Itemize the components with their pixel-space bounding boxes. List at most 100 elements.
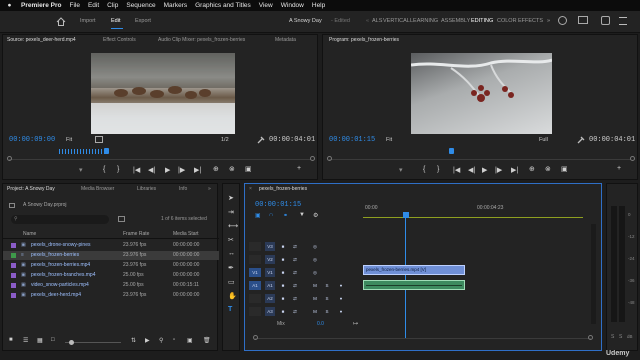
project-item-row[interactable]: ▣ pexels_frozen-branches.mp4 25.00 fps 00:0…	[3, 271, 219, 280]
track-target[interactable]: V3	[265, 242, 275, 251]
voice-over-record-icon[interactable]: ●	[337, 281, 345, 290]
type-tool-icon[interactable]: T	[228, 306, 232, 313]
new-bin-from-search-icon[interactable]	[118, 216, 125, 222]
source-marker-icon[interactable]: ▾	[79, 166, 83, 174]
program-zoom-bar[interactable]	[329, 159, 631, 160]
help-icon[interactable]	[558, 16, 567, 25]
project-panel-overflow-icon[interactable]: »	[208, 186, 211, 192]
workspace-assembly[interactable]: ASSEMBLY	[441, 18, 470, 24]
program-export-frame-icon[interactable]: ▣	[561, 165, 568, 173]
track-sync-icon[interactable]: ⇄	[291, 268, 299, 277]
list-view-icon[interactable]: ☰	[23, 337, 28, 344]
track-target[interactable]: V2	[265, 255, 275, 264]
work-area-bar[interactable]	[363, 217, 583, 218]
timeline-zoom-bar[interactable]	[255, 338, 591, 339]
toggle-output-icon[interactable]: ◎	[311, 255, 319, 264]
tab-project[interactable]: Project: A Snowy Day	[7, 186, 55, 192]
program-step-forward-icon[interactable]: |▶	[495, 166, 502, 174]
source-fit-dropdown[interactable]: Fit	[66, 137, 72, 143]
label-color-swatch[interactable]	[11, 283, 16, 288]
program-timecode[interactable]: 00:00:01:15	[329, 136, 375, 144]
source-go-to-out-icon[interactable]: ▶|	[194, 166, 201, 174]
hand-tool-icon[interactable]: ✋	[228, 292, 237, 300]
track-header-a1[interactable]: A1 A1 ■ ⇄ M S ●	[249, 280, 359, 291]
workspace-vertical[interactable]: VERTICAL	[383, 18, 410, 24]
more-workspaces-icon[interactable]: »	[547, 18, 550, 24]
track-lock-icon[interactable]: ■	[279, 307, 287, 316]
workspace-als[interactable]: ALS	[372, 18, 382, 24]
tab-metadata[interactable]: Metadata	[275, 37, 296, 43]
track-sync-icon[interactable]: ⇄	[291, 255, 299, 264]
source-timecode[interactable]: 00:00:09:00	[9, 136, 55, 144]
project-item-row[interactable]: ▣ pexels_frozen-berries.mp4 23.976 fps 00:0…	[3, 261, 219, 270]
export-tab[interactable]: Export	[135, 18, 151, 24]
program-go-to-in-icon[interactable]: |◀	[453, 166, 460, 174]
track-header-a2[interactable]: A2 ■ ⇄ M S ●	[249, 293, 359, 304]
source-zoom-start-handle[interactable]	[7, 156, 12, 161]
selection-tool-icon[interactable]: ➤	[228, 194, 234, 202]
track-target[interactable]: A2	[265, 294, 275, 303]
apple-logo-icon[interactable]: ●	[6, 2, 13, 10]
linked-selection-icon[interactable]: ⚭	[283, 212, 288, 219]
source-add-button[interactable]: +	[297, 165, 301, 172]
timeline-playhead[interactable]	[403, 212, 409, 218]
toggle-output-icon[interactable]: ◎	[311, 242, 319, 251]
tab-sequence[interactable]: pexels_frozen-berries	[259, 186, 307, 192]
timeline-zoom-start-handle[interactable]	[253, 335, 258, 340]
timeline-timecode[interactable]: 00:00:01:15	[255, 201, 301, 209]
project-item-row[interactable]: ▣ video_snow-particles.mp4 25.00 fps 00:00:…	[3, 281, 219, 290]
track-lock-icon[interactable]: ■	[279, 294, 287, 303]
import-tab[interactable]: Import	[80, 18, 96, 24]
freeform-view-icon[interactable]: □	[51, 337, 55, 343]
source-step-forward-icon[interactable]: |▶	[178, 166, 185, 174]
solo-button[interactable]: S	[323, 281, 331, 290]
nest-icon[interactable]: ▣	[255, 212, 261, 219]
program-add-button[interactable]: +	[617, 165, 621, 172]
ripple-edit-tool-icon[interactable]: ⟷	[228, 222, 238, 230]
source-safe-margin-icon[interactable]	[95, 136, 103, 143]
timeline-zoom-end-handle[interactable]	[588, 335, 593, 340]
razor-tool-icon[interactable]: ✂	[228, 236, 234, 244]
video-clip[interactable]: pexels_frozen-berries.mp4 [V]	[363, 265, 465, 275]
workspace-effects[interactable]: EFFECTS	[518, 18, 543, 24]
track-lock-icon[interactable]: ■	[279, 255, 287, 264]
program-settings-icon[interactable]	[577, 136, 585, 144]
tab-libraries[interactable]: Libraries	[137, 186, 156, 192]
tab-media-browser[interactable]: Media Browser	[81, 186, 114, 192]
track-sync-icon[interactable]: ⇄	[291, 242, 299, 251]
tab-info[interactable]: Info	[179, 186, 187, 192]
track-source-patch[interactable]: A1	[249, 281, 261, 290]
tab-source[interactable]: Source: pexels_deer-herd.mp4	[7, 37, 76, 43]
column-name[interactable]: Name	[23, 231, 36, 237]
track-select-tool-icon[interactable]: ⇥	[228, 208, 234, 216]
audio-clip[interactable]	[363, 280, 465, 290]
zoom-slider-thumb[interactable]	[69, 340, 74, 345]
menu-graphics[interactable]: Graphics and Titles	[195, 2, 251, 9]
track-target[interactable]: V1	[265, 268, 275, 277]
program-marker-icon[interactable]: ▾	[399, 166, 403, 174]
menu-sequence[interactable]: Sequence	[126, 2, 155, 9]
track-lock-icon[interactable]: ■	[279, 242, 287, 251]
menu-window[interactable]: Window	[281, 2, 304, 9]
tab-audio-clip-mixer[interactable]: Audio Clip Mixer: pexels_frozen-berries	[158, 37, 245, 43]
mute-button[interactable]: M	[311, 294, 319, 303]
source-export-frame-icon[interactable]: ▣	[245, 165, 252, 173]
column-frame-rate[interactable]: Frame Rate	[123, 231, 149, 237]
toggle-output-icon[interactable]: ◎	[311, 268, 319, 277]
track-header-v1[interactable]: V1 V1 ■ ⇄ ◎	[249, 267, 359, 278]
track-header-v3[interactable]: V3 ■ ⇄ ◎	[249, 241, 359, 252]
new-bin-icon[interactable]: ▫	[173, 337, 175, 343]
menu-edit[interactable]: Edit	[88, 2, 99, 9]
project-item-row[interactable]: ▣ pexels_drone-snowy-pines 23.976 fps 00:00…	[3, 241, 219, 250]
solo-button[interactable]: S	[323, 307, 331, 316]
source-zoom-end-handle[interactable]	[310, 156, 315, 161]
source-zoom-bar[interactable]	[9, 159, 311, 160]
fullscreen-icon[interactable]	[601, 16, 610, 25]
program-playhead[interactable]	[449, 148, 454, 154]
program-timeline-ruler[interactable]	[329, 148, 631, 156]
icon-view-icon[interactable]: ▦	[37, 337, 43, 344]
track-source-patch[interactable]	[249, 242, 261, 251]
track-lock-icon[interactable]: ■	[279, 268, 287, 277]
menu-markers[interactable]: Markers	[164, 2, 187, 9]
program-resolution-dropdown[interactable]: Full	[539, 137, 548, 143]
